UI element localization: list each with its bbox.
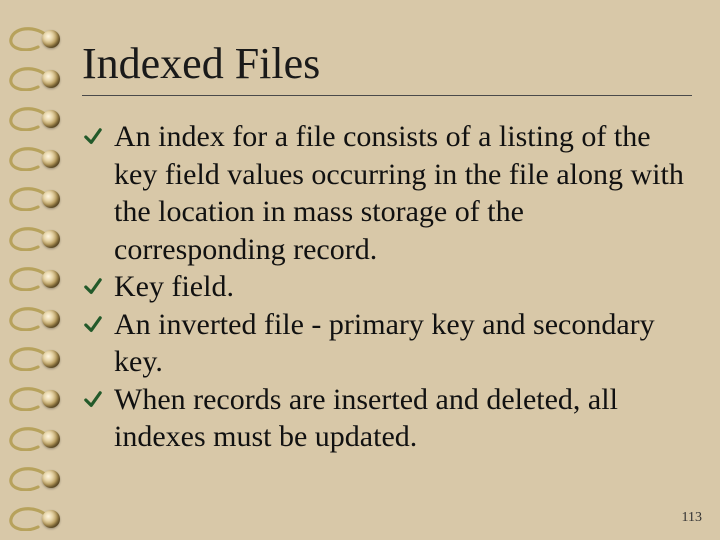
bullet-list: An index for a file consists of a listin… <box>84 118 692 456</box>
spiral-binding <box>0 0 66 540</box>
list-item: Key field. <box>84 268 692 306</box>
bullet-text: An index for a file consists of a listin… <box>114 118 692 268</box>
bullet-text: When records are inserted and deleted, a… <box>114 381 692 456</box>
check-icon <box>84 306 114 334</box>
check-icon <box>84 268 114 296</box>
slide: Indexed Files An index for a file consis… <box>0 0 720 540</box>
content-area: Indexed Files An index for a file consis… <box>78 0 720 540</box>
check-icon <box>84 381 114 409</box>
list-item: An index for a file consists of a listin… <box>84 118 692 268</box>
bullet-text: Key field. <box>114 268 234 306</box>
bullet-text: An inverted file - primary key and secon… <box>114 306 692 381</box>
list-item: When records are inserted and deleted, a… <box>84 381 692 456</box>
check-icon <box>84 118 114 146</box>
page-number: 113 <box>682 510 702 526</box>
slide-title: Indexed Files <box>82 38 692 89</box>
title-rule <box>82 95 692 96</box>
list-item: An inverted file - primary key and secon… <box>84 306 692 381</box>
